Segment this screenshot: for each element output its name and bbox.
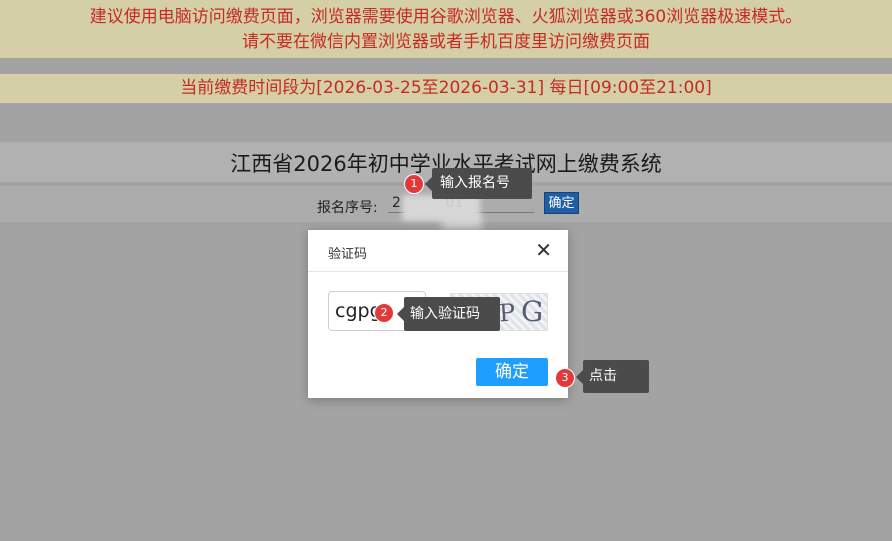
captcha-glyph-3: P bbox=[498, 298, 517, 328]
redaction-blur-secondary bbox=[442, 214, 482, 230]
close-icon[interactable]: ✕ bbox=[535, 240, 552, 260]
step-badge-2: 2 bbox=[374, 303, 394, 323]
dialog-title: 验证码 bbox=[328, 247, 368, 262]
browser-notice-line1: 建议使用电脑访问缴费页面，浏览器需要使用谷歌浏览器、火狐浏览器或360浏览器极速… bbox=[89, 7, 803, 27]
reg-number-label: 报名序号: bbox=[317, 200, 378, 216]
tooltip-enter-reg-number: 输入报名号 bbox=[425, 168, 532, 199]
payment-period-notice: 当前缴费时间段为[2026-03-25至2026-03-31] 每日[09:00… bbox=[0, 74, 892, 103]
dialog-header: 验证码 ✕ bbox=[308, 230, 568, 272]
browser-notice: 建议使用电脑访问缴费页面，浏览器需要使用谷歌浏览器、火狐浏览器或360浏览器极速… bbox=[0, 0, 892, 58]
captcha-glyph-4: G bbox=[520, 294, 545, 329]
tooltip-enter-captcha: 输入验证码 bbox=[397, 297, 500, 331]
captcha-confirm-button[interactable]: 确定 bbox=[476, 358, 548, 386]
step-badge-1: 1 bbox=[404, 174, 424, 194]
step-badge-3: 3 bbox=[555, 368, 575, 388]
browser-notice-line2: 请不要在微信内置浏览器或者手机百度里访问缴费页面 bbox=[242, 32, 650, 52]
reg-confirm-button[interactable]: 确定 bbox=[544, 192, 579, 214]
tooltip-click: 点击 bbox=[576, 360, 649, 393]
